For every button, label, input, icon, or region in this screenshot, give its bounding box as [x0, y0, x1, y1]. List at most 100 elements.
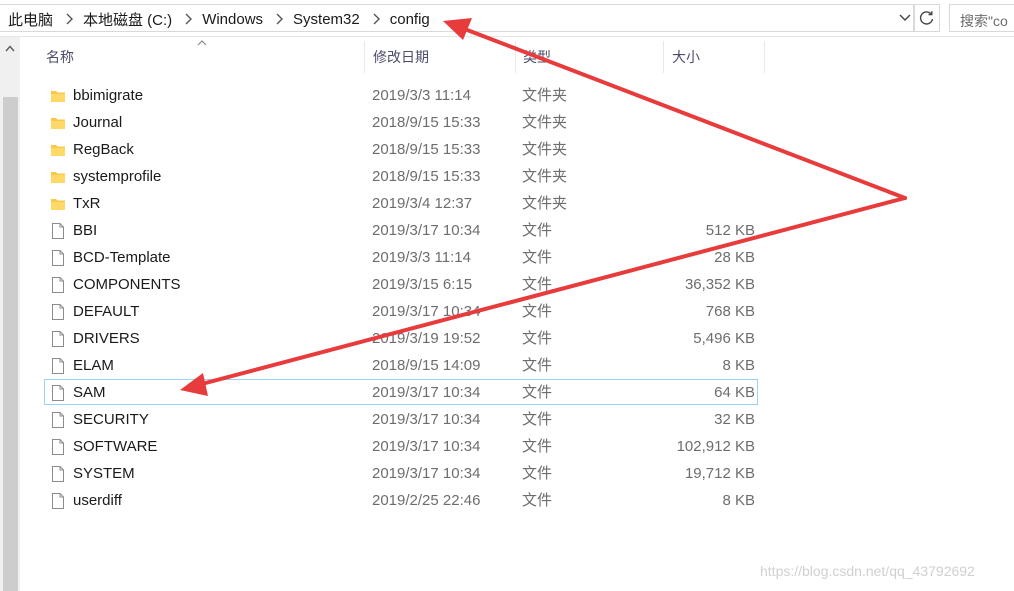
file-size: 102,912 KB: [676, 438, 755, 455]
breadcrumb-item[interactable]: config: [388, 11, 436, 28]
folder-icon: [50, 195, 66, 213]
breadcrumb-item[interactable]: 此电脑: [6, 9, 59, 30]
refresh-button[interactable]: [914, 4, 940, 32]
file-icon: [50, 276, 66, 294]
address-bar: 此电脑 本地磁盘 (C:) Windows System32 config 搜索…: [0, 0, 1014, 37]
file-name[interactable]: SYSTEM: [73, 460, 135, 487]
column-header-size[interactable]: 大小: [664, 37, 764, 73]
file-row[interactable]: Journal 2018/9/15 15:33 文件夹: [20, 109, 1014, 136]
file-icon: [50, 438, 66, 456]
file-row[interactable]: SECURITY 2019/3/17 10:34 文件 32 KB: [20, 406, 1014, 433]
chevron-right-icon[interactable]: [178, 13, 200, 25]
file-size: 64 KB: [714, 384, 755, 401]
file-date: 2018/9/15 15:33: [372, 114, 481, 131]
file-date: 2019/3/17 10:34: [372, 222, 481, 239]
file-row[interactable]: DRIVERS 2019/3/19 19:52 文件 5,496 KB: [20, 325, 1014, 352]
file-type: 文件夹: [522, 168, 568, 185]
file-name[interactable]: COMPONENTS: [73, 271, 181, 298]
file-size: [660, 163, 755, 190]
file-date: 2019/3/17 10:34: [372, 303, 481, 320]
file-row[interactable]: TxR 2019/3/4 12:37 文件夹: [20, 190, 1014, 217]
breadcrumb-item[interactable]: System32: [291, 11, 366, 28]
file-list: bbimigrate 2019/3/3 11:14 文件夹 Journal 2018/9…: [20, 82, 1014, 514]
file-row[interactable]: bbimigrate 2019/3/3 11:14 文件夹: [20, 82, 1014, 109]
file-name[interactable]: ELAM: [73, 352, 114, 379]
file-date: 2019/3/17 10:34: [372, 411, 481, 428]
file-name[interactable]: BBI: [73, 217, 97, 244]
chevron-right-icon[interactable]: [366, 13, 388, 25]
file-row[interactable]: SYSTEM 2019/3/17 10:34 文件 19,712 KB: [20, 460, 1014, 487]
breadcrumb-item[interactable]: Windows: [200, 11, 269, 28]
file-name[interactable]: BCD-Template: [73, 244, 171, 271]
column-header-date[interactable]: 修改日期: [365, 37, 515, 73]
file-type: 文件: [522, 357, 553, 374]
file-name[interactable]: userdiff: [73, 487, 122, 514]
file-name[interactable]: RegBack: [73, 136, 134, 163]
file-date: 2019/2/25 22:46: [372, 492, 481, 509]
file-name[interactable]: DEFAULT: [73, 298, 139, 325]
file-row[interactable]: SOFTWARE 2019/3/17 10:34 文件 102,912 KB: [20, 433, 1014, 460]
chevron-right-icon[interactable]: [269, 13, 291, 25]
file-size: [660, 109, 755, 136]
column-header-name[interactable]: 名称: [38, 37, 364, 73]
scrollbar-thumb[interactable]: [3, 97, 18, 591]
file-row[interactable]: DEFAULT 2019/3/17 10:34 文件 768 KB: [20, 298, 1014, 325]
file-size: [660, 190, 755, 217]
file-size: 512 KB: [705, 222, 755, 239]
file-icon: [50, 249, 66, 267]
search-input[interactable]: 搜索"co: [949, 4, 1014, 32]
file-date: 2019/3/15 6:15: [372, 276, 473, 293]
file-icon: [50, 384, 66, 402]
file-size: 8 KB: [722, 492, 755, 509]
file-date: 2019/3/3 11:14: [372, 249, 471, 266]
file-row[interactable]: BCD-Template 2019/3/3 11:14 文件 28 KB: [20, 244, 1014, 271]
file-size: 19,712 KB: [684, 465, 755, 482]
file-name[interactable]: TxR: [73, 190, 101, 217]
address-history-dropdown[interactable]: [896, 4, 914, 32]
vertical-scrollbar[interactable]: [0, 37, 20, 591]
file-type: 文件: [522, 330, 553, 347]
file-name[interactable]: SOFTWARE: [73, 433, 157, 460]
folder-icon: [50, 141, 66, 159]
scroll-up-button[interactable]: [0, 37, 20, 59]
chevron-right-icon[interactable]: [59, 13, 81, 25]
file-date: 2019/3/17 10:34: [372, 438, 481, 455]
file-row[interactable]: RegBack 2018/9/15 15:33 文件夹: [20, 136, 1014, 163]
file-row[interactable]: BBI 2019/3/17 10:34 文件 512 KB: [20, 217, 1014, 244]
file-row[interactable]: userdiff 2019/2/25 22:46 文件 8 KB: [20, 487, 1014, 514]
file-type: 文件夹: [522, 141, 568, 158]
file-row[interactable]: systemprofile 2018/9/15 15:33 文件夹: [20, 163, 1014, 190]
file-size: 5,496 KB: [693, 330, 755, 347]
folder-icon: [50, 87, 66, 105]
column-headers: 名称 修改日期 类型 大小: [20, 37, 1014, 73]
file-row[interactable]: COMPONENTS 2019/3/15 6:15 文件 36,352 KB: [20, 271, 1014, 298]
file-row[interactable]: ELAM 2018/9/15 14:09 文件 8 KB: [20, 352, 1014, 379]
file-icon: [50, 357, 66, 375]
column-header-type[interactable]: 类型: [515, 37, 663, 73]
file-row[interactable]: SAM 2019/3/17 10:34 文件 64 KB: [20, 379, 1014, 406]
file-date: 2018/9/15 15:33: [372, 141, 481, 158]
breadcrumb[interactable]: 此电脑 本地磁盘 (C:) Windows System32 config: [0, 4, 914, 32]
file-name[interactable]: Journal: [73, 109, 122, 136]
file-icon: [50, 222, 66, 240]
file-icon: [50, 465, 66, 483]
breadcrumb-item[interactable]: 本地磁盘 (C:): [81, 9, 178, 30]
file-icon: [50, 330, 66, 348]
file-name[interactable]: SAM: [73, 379, 106, 406]
file-icon: [50, 492, 66, 510]
file-name[interactable]: SECURITY: [73, 406, 149, 433]
file-size: 32 KB: [714, 411, 755, 428]
file-size: 36,352 KB: [684, 276, 755, 293]
file-icon: [50, 303, 66, 321]
file-name[interactable]: bbimigrate: [73, 82, 143, 109]
file-name[interactable]: systemprofile: [73, 163, 161, 190]
file-type: 文件: [522, 303, 553, 320]
file-type: 文件: [522, 384, 553, 401]
column-divider[interactable]: [764, 41, 765, 73]
file-name[interactable]: DRIVERS: [73, 325, 140, 352]
file-type: 文件: [522, 276, 553, 293]
file-type: 文件: [522, 249, 553, 266]
folder-icon: [50, 114, 66, 132]
file-icon: [50, 411, 66, 429]
file-date: 2018/9/15 15:33: [372, 168, 481, 185]
